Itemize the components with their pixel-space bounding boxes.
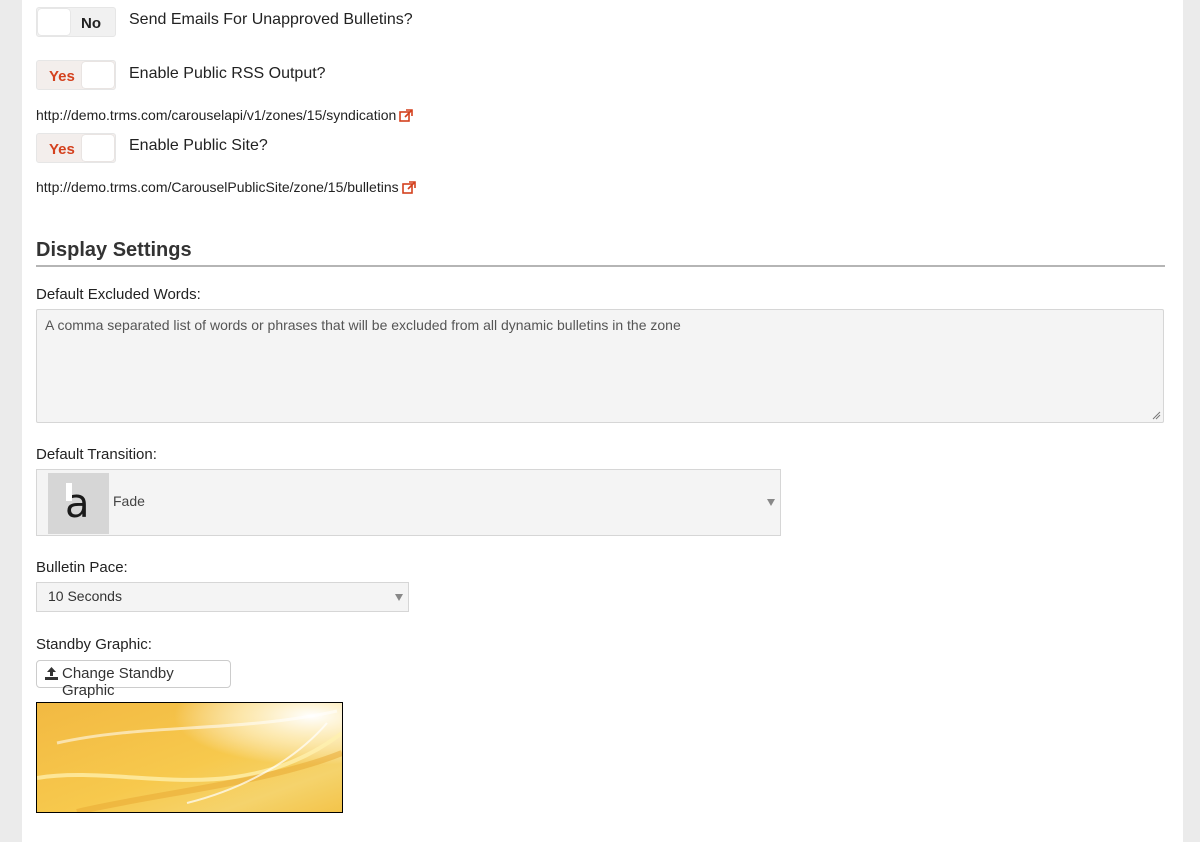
toggle-knob	[82, 62, 114, 88]
rss-url-link[interactable]: http://demo.trms.com/carouselapi/v1/zone…	[36, 107, 396, 123]
pace-select[interactable]: 10 Seconds	[36, 582, 409, 612]
pace-selected-value: 10 Seconds	[48, 588, 122, 604]
public-rss-label: Enable Public RSS Output?	[129, 65, 326, 82]
toggle-knob	[38, 9, 70, 35]
section-divider	[36, 265, 1165, 267]
textarea-placeholder: A comma separated list of words or phras…	[45, 317, 681, 333]
site-url-link[interactable]: http://demo.trms.com/CarouselPublicSite/…	[36, 179, 399, 195]
excluded-words-label: Default Excluded Words:	[36, 286, 201, 303]
external-link-icon[interactable]	[401, 181, 416, 197]
change-standby-graphic-button[interactable]: Change Standby Graphic	[36, 660, 231, 699]
external-link-icon[interactable]	[399, 109, 414, 125]
toggle-state-label: Yes	[49, 68, 75, 85]
section-title: Display Settings	[36, 239, 192, 261]
standby-graphic-preview	[36, 702, 343, 813]
transition-select[interactable]: a Fade	[36, 469, 781, 536]
toggle-knob	[82, 135, 114, 161]
transition-preview-thumbnail: a	[48, 473, 109, 534]
caret-down-icon	[767, 499, 775, 506]
toggle-state-label: Yes	[49, 141, 75, 158]
public-site-label: Enable Public Site?	[129, 137, 268, 154]
standby-label: Standby Graphic:	[36, 636, 152, 653]
transition-label: Default Transition:	[36, 446, 157, 463]
unapproved-emails-toggle[interactable]: No	[36, 7, 116, 37]
transition-wipe-bar	[66, 483, 72, 501]
public-rss-toggle[interactable]: Yes	[36, 60, 116, 90]
rss-url-row: http://demo.trms.com/carouselapi/v1/zone…	[36, 107, 414, 125]
button-label: Change Standby Graphic	[62, 665, 174, 699]
public-site-toggle[interactable]: Yes	[36, 133, 116, 163]
upload-icon	[45, 667, 58, 684]
excluded-words-textarea[interactable]: A comma separated list of words or phras…	[36, 309, 1164, 423]
transition-selected-value: Fade	[113, 493, 145, 509]
resize-grip-icon[interactable]	[1152, 411, 1161, 420]
toggle-state-label: No	[81, 15, 101, 32]
unapproved-emails-label: Send Emails For Unapproved Bulletins?	[129, 11, 413, 28]
pace-label: Bulletin Pace:	[36, 559, 128, 576]
standby-graphic-image	[37, 703, 342, 812]
site-url-row: http://demo.trms.com/CarouselPublicSite/…	[36, 179, 416, 197]
caret-down-icon	[395, 594, 403, 601]
